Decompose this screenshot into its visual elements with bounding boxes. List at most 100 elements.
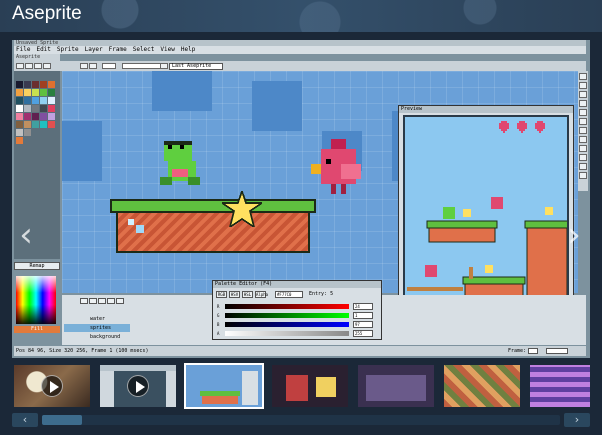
palette-swatch [48,105,55,112]
aseprite-app-window: Unsaved Sprite File Edit Sprite Layer Fr… [12,40,590,358]
slider-value: 255 [353,330,373,337]
red-slider [225,304,349,309]
thumbnail-image-7[interactable] [528,363,590,409]
alpha-slider [225,331,349,336]
palette-swatch [48,81,55,88]
slider-label: A [217,331,220,336]
thumbnail-video-2[interactable] [98,363,178,409]
brush-icon [25,63,33,69]
palette-swatch [32,121,39,128]
hex-field: #F77C0 [275,291,303,298]
cloud [62,121,102,181]
fill-icon [43,63,51,69]
pencil-icon [579,91,587,98]
palette-swatch [48,113,55,120]
palette-editor-title: Palette Editor (F4) [213,281,381,288]
palette-swatch [40,97,47,104]
frame-field [528,348,538,354]
palette-swatch [40,81,47,88]
thumbnail-image-5[interactable] [356,363,436,409]
menu-view: View [160,46,175,53]
prev-screenshot-button[interactable]: ‹ [16,215,36,255]
scroll-track[interactable] [42,415,560,425]
layer-selector: Last Aseprite [169,63,223,70]
layer-row: water [90,316,106,322]
next-frame-icon [107,298,115,304]
lasso-icon [579,82,587,89]
menu-select: Select [132,46,155,53]
layer-row: background [90,334,121,340]
palette-swatch [24,129,31,136]
menu-sprite: Sprite [56,46,79,53]
thumbnail-video-1[interactable] [12,363,92,409]
next-screenshot-button[interactable]: › [564,215,584,255]
slider-value: 24 [353,303,373,310]
eraser-icon [34,63,42,69]
scroll-left-button[interactable]: ‹ [12,413,38,427]
zoom-icon [579,109,587,116]
ink-icon [160,63,168,69]
alpha-slider-row: A 255 [217,330,377,337]
eyedropper-icon [579,100,587,107]
thumbnail-image-4[interactable] [270,363,350,409]
palette-swatch [40,113,47,120]
red-slider-row: R 24 [217,303,377,310]
layer-row [64,306,130,314]
move-icon [579,118,587,125]
color-spectrum [16,276,56,324]
palette-swatch [24,105,31,112]
palette-swatch [24,89,31,96]
play-icon [41,375,63,397]
slider-label: G [217,313,220,318]
preview-title: Preview [399,106,573,113]
game-title: Aseprite [12,3,82,24]
palette-swatch [48,121,55,128]
prev-frame-icon [89,298,97,304]
last-frame-icon [116,298,124,304]
line-icon [89,63,97,69]
palette-swatch [16,129,23,136]
context-toolbar: Last Aseprite [14,61,586,71]
gradient-icon [579,136,587,143]
cloud [152,71,212,111]
thumbnail-scrollbar: ‹ › [12,413,590,427]
brush-size-field [102,63,116,69]
status-text: Pos 84 96, Size 320 256, Frame 1 (100 ms… [16,348,149,354]
thumbnail-strip [12,361,590,411]
menu-bar: File Edit Sprite Layer Frame Select View… [14,46,586,54]
palette-swatch [24,97,31,104]
document-tab: Aseprite [14,54,60,61]
green-slider [225,313,349,318]
layer-row: sprites [64,324,130,332]
thumbnail-image-6[interactable] [442,363,522,409]
main-screenshot: Unsaved Sprite File Edit Sprite Layer Fr… [12,40,590,358]
palette-swatch [40,89,47,96]
thumbnail-image-active[interactable] [184,363,264,409]
play-icon [127,375,149,397]
palette-swatch [40,105,47,112]
bucket-icon [579,127,587,134]
slider-value: 1 [353,312,373,319]
palette-swatch [32,81,39,88]
menu-layer: Layer [84,46,103,53]
line-icon [579,145,587,152]
palette-swatch [16,137,23,144]
frame-label: Frame: [507,348,526,354]
slider-label: B [217,322,220,327]
scroll-thumb[interactable] [42,415,82,425]
palette-swatch [24,81,31,88]
play-icon [98,298,106,304]
menu-frame: Frame [108,46,127,53]
status-bar: Pos 84 96, Size 320 256, Frame 1 (100 ms… [14,346,586,356]
hsv-mode-button: HSV [229,291,240,298]
star-sprite [222,191,262,227]
hsl-mode-button: HSL [242,291,253,298]
blue-slider-row: B 97 [217,321,377,328]
slider-value: 97 [353,321,373,328]
palette-swatch [16,81,23,88]
rectangle-icon [579,154,587,161]
scroll-right-button[interactable]: › [564,413,590,427]
palette-editor-dialog: Palette Editor (F4) RGB HSV HSL Alpha #F… [212,280,382,340]
palette-swatch [24,121,31,128]
palette-swatch [16,97,23,104]
